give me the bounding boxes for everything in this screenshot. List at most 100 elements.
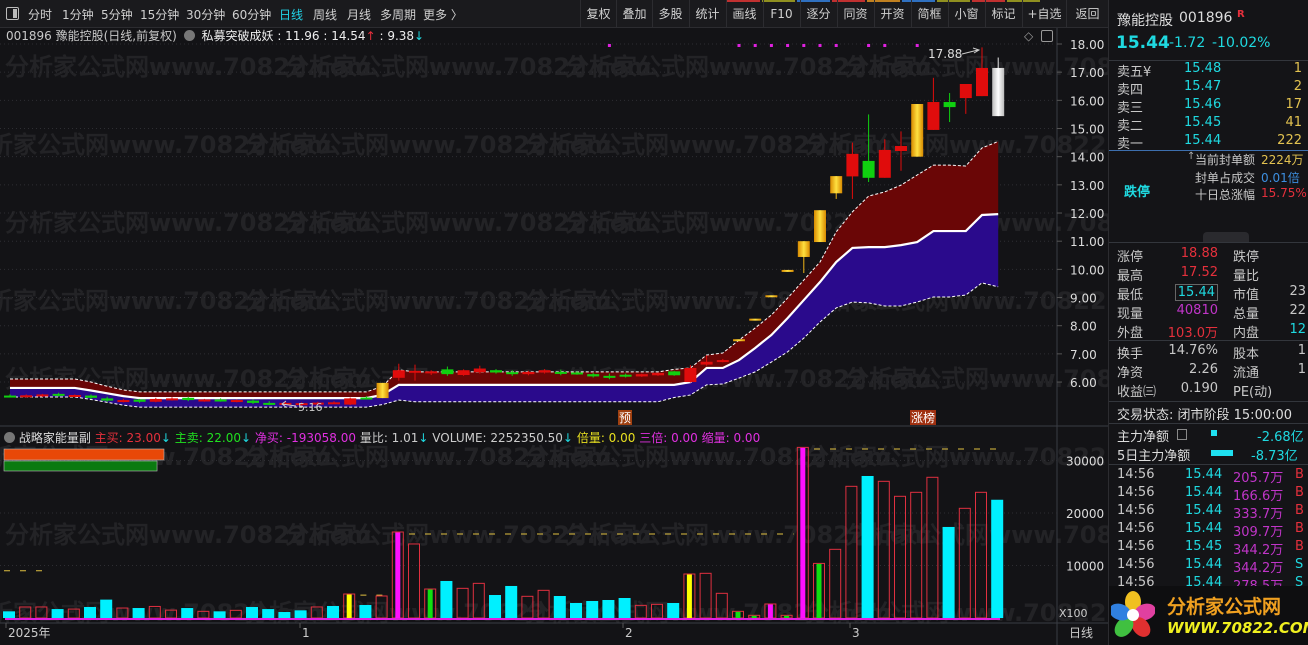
price-tick-label: 9.00 xyxy=(1070,292,1097,306)
stat-label: 最高 xyxy=(1117,269,1144,284)
candle xyxy=(52,393,65,396)
main-net5-label: 5日主力净额 xyxy=(1117,449,1191,464)
period-tab[interactable]: 分时 xyxy=(28,6,52,23)
date-axis-label: 2025年 xyxy=(8,626,51,640)
date-axis-label: 2 xyxy=(625,626,633,640)
toolbar-button[interactable]: 小窗 xyxy=(948,0,984,28)
volume-bar xyxy=(489,595,501,618)
period-tab[interactable]: 日线 xyxy=(279,6,303,23)
candle xyxy=(911,104,924,157)
toolbar-button[interactable]: 同资 xyxy=(837,0,873,28)
watermark: 分析家公式网www.70822.com xyxy=(805,443,1108,471)
toolbar-button[interactable]: +自选 xyxy=(1022,0,1066,28)
candle xyxy=(473,368,486,373)
stat-value: 103.0万 xyxy=(1167,326,1218,341)
stat-label: 净资 xyxy=(1117,366,1144,381)
chart-area[interactable]: 分析家公式网www.70822.com 分析家公式网www.70822.com 分析… xyxy=(0,0,1108,645)
volume-signal-bar xyxy=(767,604,773,619)
candle xyxy=(457,370,470,375)
candle xyxy=(392,370,405,378)
volume-bar xyxy=(84,606,96,618)
volume-bar xyxy=(618,597,631,618)
period-label[interactable]: 日线 xyxy=(1069,626,1093,640)
toolbar-button[interactable]: 开资 xyxy=(874,0,910,28)
period-tab[interactable]: 更多 〉 xyxy=(423,6,463,23)
volume-bar xyxy=(942,526,955,618)
indicator-toggle-icon[interactable] xyxy=(183,30,195,41)
collapse-icon[interactable] xyxy=(4,432,15,443)
candle xyxy=(668,371,681,376)
candle xyxy=(101,398,114,401)
candle xyxy=(149,398,162,402)
stat-value: 15.44 xyxy=(1174,284,1218,301)
tick-amount: 205.7万 xyxy=(1233,471,1284,486)
volume-bar xyxy=(213,611,226,618)
layout-toggle-icon[interactable] xyxy=(6,7,19,20)
list-icon[interactable] xyxy=(1177,429,1187,440)
tick-price: 15.44 xyxy=(1185,557,1223,572)
stock-code: 001896 xyxy=(1179,10,1233,26)
volume-bar xyxy=(327,605,339,618)
candle xyxy=(976,67,988,97)
period-tab[interactable]: 60分钟 xyxy=(232,6,271,23)
toolbar-button[interactable]: 画线 xyxy=(726,0,762,28)
toolbar-button[interactable]: 统计 xyxy=(689,0,725,28)
volume-value: VOLUME: 2252350.50 xyxy=(432,431,563,445)
panel-toggle-icon[interactable] xyxy=(1041,30,1053,42)
expand-button[interactable] xyxy=(1203,232,1249,242)
volume-header: 战略家能量副 主买: 23.00↓ 主卖: 22.00↓ 净买: -193058… xyxy=(4,429,760,446)
toolbar-button[interactable]: 多股 xyxy=(652,0,688,28)
period-tab[interactable]: 周线 xyxy=(313,6,337,23)
net-buy: 净买: -193058.00 xyxy=(254,431,356,445)
candle xyxy=(182,397,195,401)
toolbar-button[interactable]: 叠加 xyxy=(616,0,652,28)
tick-side: B xyxy=(1295,503,1304,518)
ask-price: 15.46 xyxy=(1184,97,1222,112)
signal-dot xyxy=(753,44,757,47)
candle xyxy=(133,399,146,402)
tick-side: B xyxy=(1295,467,1304,482)
toolbar-button[interactable]: 标记 xyxy=(985,0,1021,28)
seal-ratio: 0.01倍 xyxy=(1261,171,1300,185)
tick-amount: 309.7万 xyxy=(1233,525,1284,540)
stat-value: 40810 xyxy=(1176,303,1218,318)
toolbar-button[interactable]: F10 xyxy=(763,0,799,28)
volume-bar xyxy=(181,608,194,618)
period-tab[interactable]: 月线 xyxy=(347,6,371,23)
toolbar-button[interactable]: 简框 xyxy=(911,0,947,28)
stat-label: 换手 xyxy=(1117,347,1144,362)
stat-label: 市值 xyxy=(1233,288,1260,303)
signal-dot xyxy=(607,44,611,47)
period-tab[interactable]: 多周期 xyxy=(380,6,416,23)
back-button[interactable]: 返回 xyxy=(1066,0,1108,28)
signal-dot xyxy=(769,44,773,47)
volume-bar xyxy=(505,585,518,618)
high-price-label: 17.88 xyxy=(928,47,962,61)
volume-signal-bar xyxy=(686,574,692,619)
tick-amount: 166.6万 xyxy=(1233,489,1284,504)
ten-day-rise: 15.75% xyxy=(1261,186,1307,200)
volume-tick-label: 20000 xyxy=(1066,507,1104,521)
period-tab[interactable]: 5分钟 xyxy=(101,6,133,23)
percent-change: -10.02% xyxy=(1212,35,1271,51)
candle xyxy=(214,399,227,402)
period-tab[interactable]: 15分钟 xyxy=(140,6,179,23)
tick-time: 14:56 xyxy=(1117,485,1155,500)
toolbar-button[interactable]: 复权 xyxy=(580,0,616,28)
down-arrow-icon: ↓ xyxy=(414,29,425,43)
stat-value: 1 xyxy=(1297,343,1306,358)
volume-bar xyxy=(440,580,453,618)
candle xyxy=(68,394,81,397)
volume-bar xyxy=(877,480,890,619)
signal-dot xyxy=(883,44,887,47)
period-tab[interactable]: 1分钟 xyxy=(62,6,94,23)
period-tab[interactable]: 30分钟 xyxy=(186,6,225,23)
toolbar-button[interactable]: 逐分 xyxy=(800,0,836,28)
volume-ratio: 量比: 1.01 xyxy=(359,431,419,445)
candle xyxy=(814,210,826,243)
tick-side: B xyxy=(1295,521,1304,536)
logo-url: WWW.70822.COM xyxy=(1167,619,1308,637)
diamond-icon[interactable]: ◇ xyxy=(1024,29,1033,43)
stat-label: 总量 xyxy=(1233,307,1260,322)
volume-bar xyxy=(586,600,599,618)
